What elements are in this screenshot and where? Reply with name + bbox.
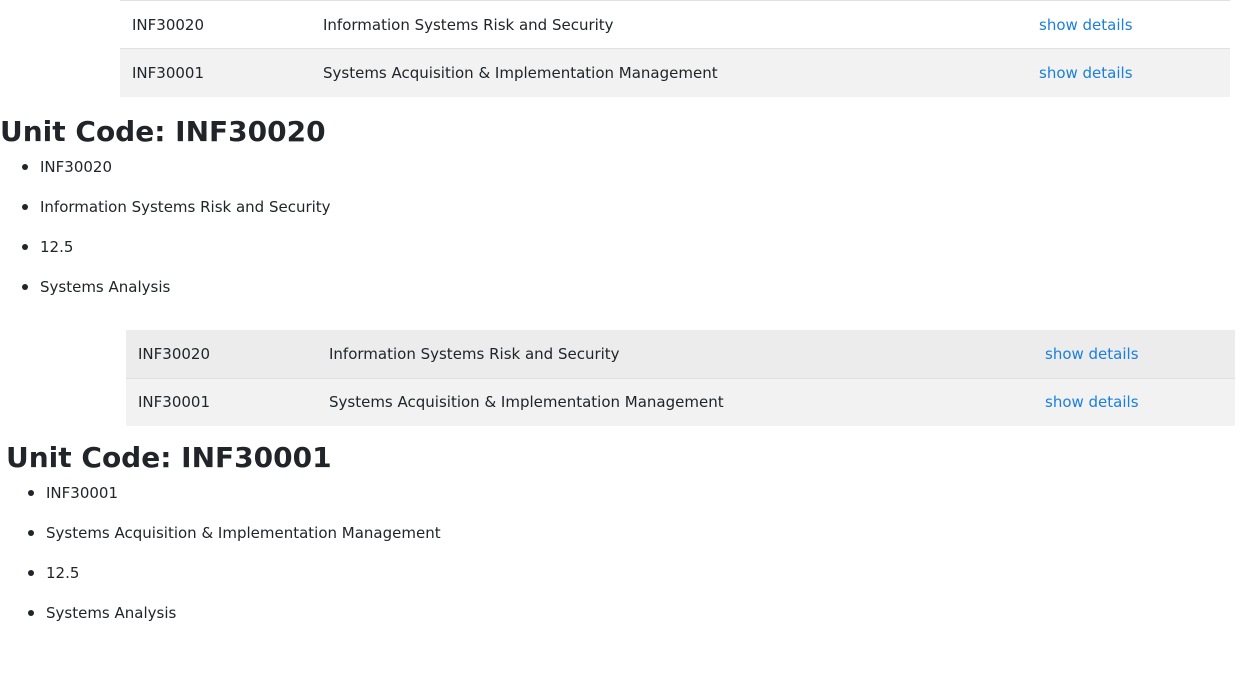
detail-name: Information Systems Risk and Security (40, 198, 331, 216)
unit-detail-heading: Unit Code: INF30020 (0, 115, 326, 148)
units-table: INF30020 Information Systems Risk and Se… (120, 0, 1230, 97)
bullet-icon (22, 204, 28, 210)
action-cell: show details (1033, 377, 1235, 426)
show-details-link[interactable]: show details (1045, 345, 1139, 363)
unit-detail-heading: Unit Code: INF30001 (6, 441, 332, 474)
bullet-icon (28, 570, 34, 576)
table-row: INF30001 Systems Acquisition & Implement… (120, 48, 1230, 97)
bullet-icon (28, 530, 34, 536)
list-item: 12.5 (26, 562, 441, 602)
table-row: INF30020 Information Systems Risk and Se… (120, 0, 1230, 49)
show-details-link[interactable]: show details (1039, 16, 1133, 34)
bullet-icon (22, 164, 28, 170)
unit-name-cell: Information Systems Risk and Security (323, 15, 614, 34)
bullet-icon (28, 610, 34, 616)
detail-name: Systems Acquisition & Implementation Man… (46, 524, 441, 542)
list-item: INF30001 (26, 482, 441, 522)
action-cell: show details (1027, 48, 1230, 97)
unit-name-cell: Information Systems Risk and Security (329, 344, 620, 363)
unit-code-cell: INF30001 (120, 48, 311, 97)
show-details-link[interactable]: show details (1039, 64, 1133, 82)
unit-name-cell: Systems Acquisition & Implementation Man… (311, 48, 1027, 97)
show-details-link[interactable]: show details (1045, 393, 1139, 411)
list-item: Information Systems Risk and Security (20, 196, 331, 236)
detail-credit: 12.5 (40, 238, 74, 256)
action-cell: show details (1033, 330, 1235, 378)
detail-prerequisite: Systems Analysis (40, 278, 171, 296)
unit-code-cell: INF30020 (138, 344, 210, 363)
unit-code-cell: INF30020 (132, 15, 204, 34)
unit-detail-list: INF30001 Systems Acquisition & Implement… (26, 482, 441, 642)
list-item: Systems Acquisition & Implementation Man… (26, 522, 441, 562)
list-item: Systems Analysis (26, 602, 441, 642)
list-item: 12.5 (20, 236, 331, 276)
detail-prerequisite: Systems Analysis (46, 604, 177, 622)
unit-code-cell: INF30001 (126, 377, 317, 426)
table-row: INF30020 Information Systems Risk and Se… (126, 330, 1235, 378)
action-cell: show details (1027, 1, 1230, 49)
table-row: INF30001 Systems Acquisition & Implement… (126, 377, 1235, 426)
list-item: INF30020 (20, 156, 331, 196)
list-item: Systems Analysis (20, 276, 331, 316)
units-table: INF30020 Information Systems Risk and Se… (126, 330, 1235, 426)
detail-credit: 12.5 (46, 564, 80, 582)
detail-code: INF30020 (40, 158, 112, 176)
bullet-icon (22, 244, 28, 250)
bullet-icon (28, 490, 34, 496)
bullet-icon (22, 284, 28, 290)
unit-detail-list: INF30020 Information Systems Risk and Se… (20, 156, 331, 316)
unit-name-cell: Systems Acquisition & Implementation Man… (317, 377, 1033, 426)
detail-code: INF30001 (46, 484, 118, 502)
